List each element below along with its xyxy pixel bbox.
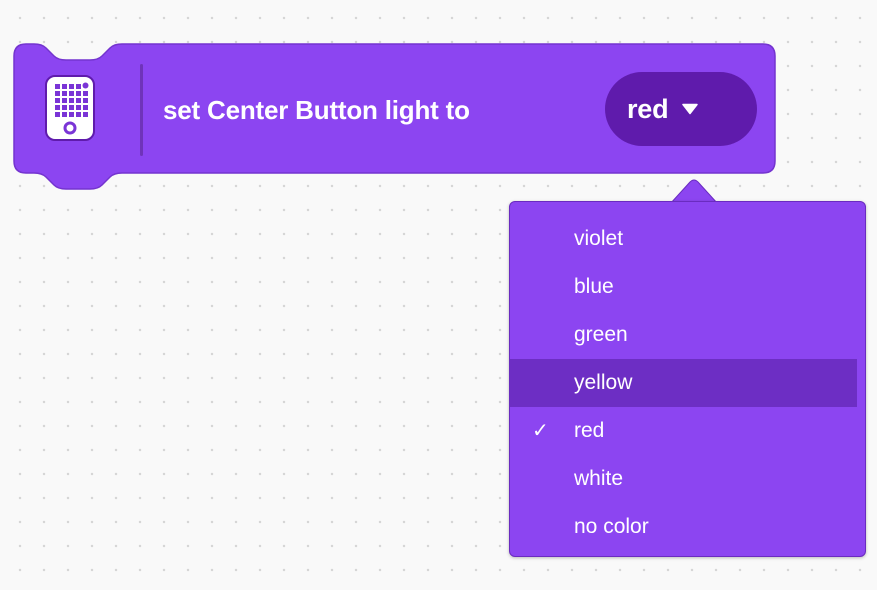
block-divider — [140, 64, 143, 156]
color-dropdown-menu: violet blue green yellow ✓ red white no … — [509, 201, 866, 557]
color-options-list: violet blue green yellow ✓ red white no … — [510, 215, 865, 551]
menu-item-label: red — [574, 419, 605, 442]
menu-item-label: green — [574, 323, 628, 346]
menu-item-label: white — [574, 467, 624, 490]
menu-item-green[interactable]: green — [510, 311, 865, 359]
color-dropdown-field[interactable]: red — [605, 72, 757, 146]
triangle-down-icon — [682, 103, 699, 115]
menu-item-yellow[interactable]: yellow — [510, 359, 857, 407]
menu-item-red[interactable]: ✓ red — [510, 407, 865, 455]
color-field-value: red — [627, 93, 669, 124]
menu-item-label: blue — [574, 275, 614, 298]
menu-item-blue[interactable]: blue — [510, 263, 865, 311]
menu-item-violet[interactable]: violet — [510, 215, 865, 263]
block-label: set Center Button light to — [163, 95, 470, 125]
set-center-button-light-block[interactable]: set Center Button light to red — [13, 43, 776, 192]
checkmark-icon: ✓ — [532, 420, 549, 442]
menu-item-white[interactable]: white — [510, 455, 865, 503]
menu-item-label: violet — [574, 227, 624, 250]
menu-item-label: no color — [574, 515, 649, 538]
hub-matrix-icon — [45, 75, 95, 141]
menu-item-no-color[interactable]: no color — [510, 503, 865, 551]
menu-item-label: yellow — [574, 371, 633, 394]
